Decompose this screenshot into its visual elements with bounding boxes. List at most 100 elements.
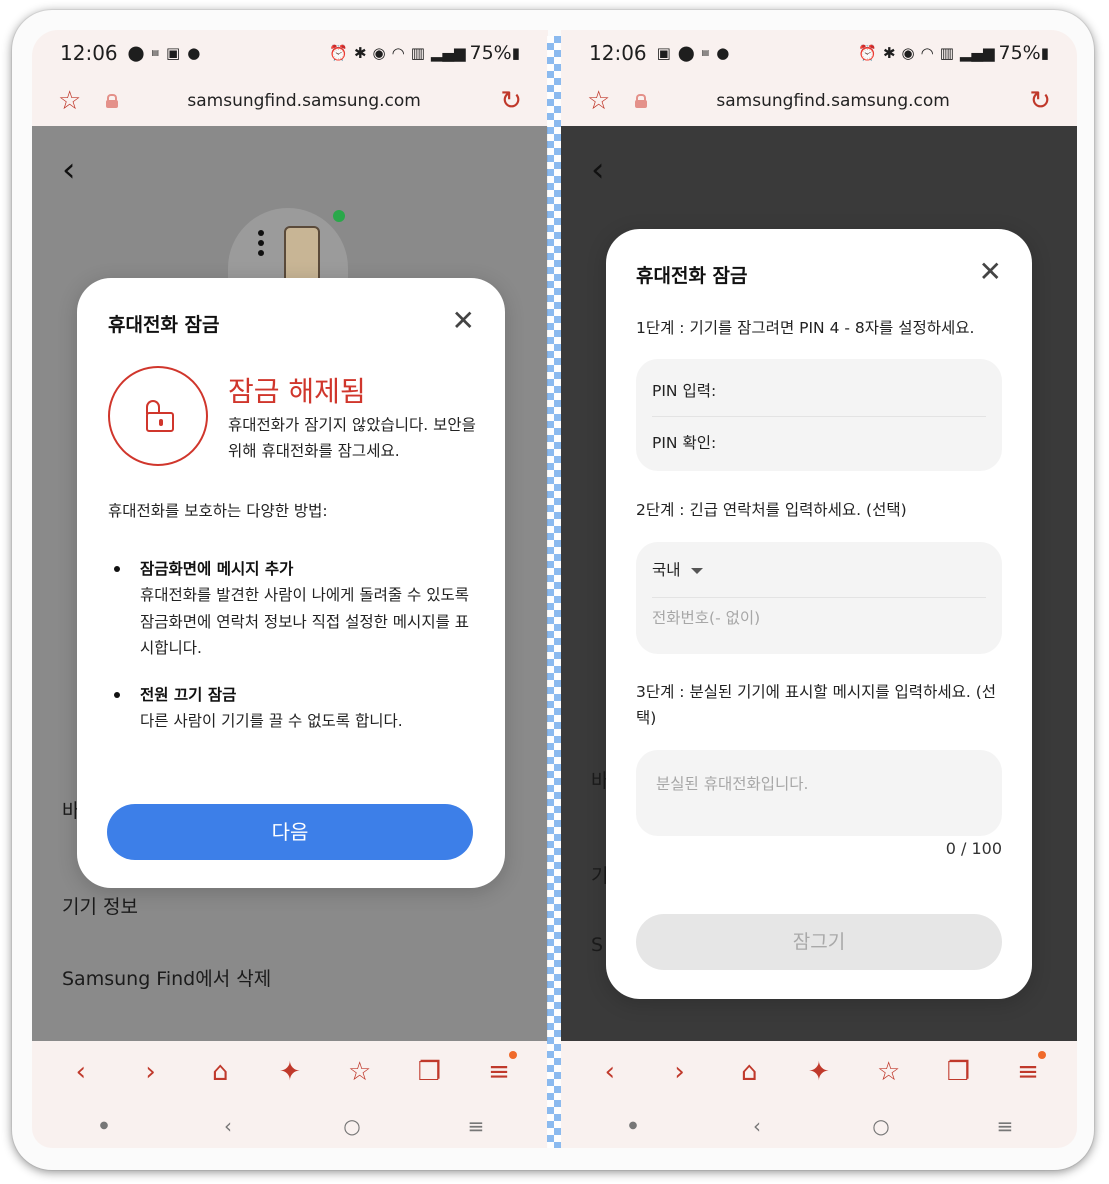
unlocked-lock-icon [108, 366, 208, 466]
step2-instruction: 2단계 : 긴급 연락처를 입력하세요. (선택) [636, 501, 907, 519]
bg-partial-label: S [591, 934, 604, 956]
lock-button[interactable]: 잠그기 [636, 914, 1002, 970]
page-content: ‹ 바 기 S 휴대전화 잠금 ✕ 1단계 : 기기를 잠그려면 PIN 4 -… [561, 126, 1077, 1041]
unlock-description: 휴대전화가 잠기지 않았습니다. 보안을 위해 휴대전화를 잠그세요. [228, 416, 476, 460]
url-text[interactable]: samsungfind.samsung.com [647, 91, 1019, 111]
dialog-title: 휴대전화 잠금 [636, 265, 748, 287]
back-chevron-icon[interactable]: ‹ [591, 150, 605, 190]
nav-dot-icon: ● [628, 1120, 638, 1131]
system-home-icon[interactable]: ○ [861, 1114, 901, 1138]
delete-from-find-link[interactable]: Samsung Find에서 삭제 [62, 964, 271, 991]
unlock-status-title: 잠금 해제됨 [228, 375, 366, 408]
alarm-icon: ⏰ [858, 43, 877, 62]
system-nav-bar: ● ‹ ○ ≡ [32, 1103, 548, 1148]
device-info-link[interactable]: 기기 정보 [62, 892, 138, 919]
methods-heading: 휴대전화를 보호하는 다양한 방법: [108, 502, 328, 520]
status-bar: 12:06 ▣ ⬤ ▤ ● ⏰ ✱ ◉ ◠ ▥ ▂▄▆ 75% ▮ [561, 30, 1077, 76]
split-divider [547, 36, 561, 1148]
bookmarks-icon[interactable]: ☆ [340, 1057, 380, 1087]
pin-field-group: PIN 입력: PIN 확인: [636, 359, 1002, 471]
gallery-icon: ▣ [166, 43, 181, 62]
message-char-counter: 0 / 100 [945, 839, 1002, 858]
battery-level: 75% [469, 42, 512, 64]
online-status-dot [333, 210, 345, 222]
message-textarea[interactable]: 분실된 휴대전화입니다. [636, 750, 1002, 836]
ai-sparkle-icon[interactable]: ✦ [799, 1057, 839, 1087]
url-bar[interactable]: ☆ samsungfind.samsung.com ↻ [561, 76, 1077, 126]
system-home-icon[interactable]: ○ [332, 1114, 372, 1138]
menu-icon[interactable]: ≡ [1008, 1051, 1048, 1087]
method-item: 전원 끄기 잠금 다른 사람이 기기를 끌 수 없도록 합니다. [108, 682, 478, 735]
device-image [228, 208, 348, 278]
secure-lock-icon[interactable] [106, 94, 118, 108]
bookmark-star-icon[interactable]: ☆ [58, 86, 88, 116]
browser-chrome: 12:06 ▣ ⬤ ▤ ● ⏰ ✱ ◉ ◠ ▥ ▂▄▆ 75% ▮ ☆ sams… [561, 30, 1077, 126]
hd-voice-icon: ▥ [410, 43, 425, 62]
dialog-title: 휴대전화 잠금 [108, 314, 220, 336]
bluetooth-icon: ✱ [882, 43, 896, 62]
close-icon[interactable]: ✕ [452, 304, 475, 337]
phone-left: 12:06 ⬤ ▤ ▣ ● ⏰ ✱ ◉ ◠ ▥ ▂▄▆ 75% ▮ ☆ sams… [32, 30, 548, 1148]
contact-field-group: 국내 전화번호(- 없이) [636, 542, 1002, 654]
url-text[interactable]: samsungfind.samsung.com [118, 91, 490, 111]
phone-right: 12:06 ▣ ⬤ ▤ ● ⏰ ✱ ◉ ◠ ▥ ▂▄▆ 75% ▮ ☆ sams… [561, 30, 1077, 1148]
forward-icon[interactable]: › [660, 1057, 700, 1087]
caret-down-icon [690, 567, 703, 574]
wifi-icon: ◠ [391, 43, 405, 62]
battery-level: 75% [998, 42, 1041, 64]
gallery-icon: ▣ [656, 43, 671, 62]
system-back-icon[interactable]: ‹ [208, 1114, 248, 1138]
back-icon[interactable]: ‹ [590, 1057, 630, 1087]
temu-icon: ▤ [151, 48, 159, 57]
temu-icon: ▤ [701, 48, 710, 57]
location-icon: ⬤ [127, 43, 145, 62]
back-chevron-icon[interactable]: ‹ [62, 150, 76, 190]
system-recents-icon[interactable]: ≡ [456, 1114, 496, 1138]
bluetooth-icon: ✱ [353, 43, 367, 62]
country-select[interactable]: 국내 [652, 558, 986, 580]
back-icon[interactable]: ‹ [61, 1057, 101, 1087]
pin-confirm-input[interactable]: PIN 확인: [652, 431, 986, 453]
lock-phone-form-dialog: 휴대전화 잠금 ✕ 1단계 : 기기를 잠그려면 PIN 4 - 8자를 설정하… [606, 229, 1032, 999]
reload-icon[interactable]: ↻ [1029, 86, 1051, 116]
country-value: 국내 [652, 561, 681, 579]
method-description: 다른 사람이 기기를 끌 수 없도록 합니다. [140, 712, 403, 730]
page-content: ‹ 바 기기 정보 Samsung Find에서 삭제 휴대전화 잠금 ✕ 잠금… [32, 126, 548, 1041]
hd-voice-icon: ▥ [939, 43, 954, 62]
bookmark-star-icon[interactable]: ☆ [587, 86, 617, 116]
menu-icon[interactable]: ≡ [479, 1051, 519, 1087]
battery-icon: ▮ [511, 43, 520, 62]
next-button[interactable]: 다음 [107, 804, 473, 860]
step3-instruction: 3단계 : 분실된 기기에 표시할 메시지를 입력하세요. (선택) [636, 683, 997, 727]
ai-sparkle-icon[interactable]: ✦ [270, 1057, 310, 1087]
location-icon: ⬤ [677, 43, 695, 62]
url-bar[interactable]: ☆ samsungfind.samsung.com ↻ [32, 76, 548, 126]
notification-badge [509, 1051, 518, 1059]
battery-icon: ▮ [1040, 43, 1049, 62]
tabs-icon[interactable]: ❐ [409, 1057, 449, 1087]
bookmarks-icon[interactable]: ☆ [869, 1057, 909, 1087]
reload-icon[interactable]: ↻ [500, 86, 522, 116]
method-title: 전원 끄기 잠금 [140, 686, 237, 704]
notification-badge [1038, 1051, 1047, 1059]
home-icon[interactable]: ⌂ [200, 1057, 240, 1087]
secure-lock-icon[interactable] [635, 94, 647, 108]
step1-instruction: 1단계 : 기기를 잠그려면 PIN 4 - 8자를 설정하세요. [636, 319, 975, 337]
tabs-icon[interactable]: ❐ [938, 1057, 978, 1087]
home-icon[interactable]: ⌂ [729, 1057, 769, 1087]
talk-icon: ● [716, 43, 730, 62]
system-recents-icon[interactable]: ≡ [985, 1114, 1025, 1138]
nav-dot-icon: ● [99, 1120, 109, 1131]
system-back-icon[interactable]: ‹ [737, 1114, 777, 1138]
forward-icon[interactable]: › [131, 1057, 171, 1087]
phone-number-input[interactable]: 전화번호(- 없이) [652, 606, 986, 628]
wifi-icon: ◠ [920, 43, 934, 62]
status-time: 12:06 [60, 41, 118, 65]
browser-bottom-nav: ‹ › ⌂ ✦ ☆ ❐ ≡ [561, 1041, 1077, 1103]
browser-chrome: 12:06 ⬤ ▤ ▣ ● ⏰ ✱ ◉ ◠ ▥ ▂▄▆ 75% ▮ ☆ sams… [32, 30, 548, 126]
method-description: 휴대전화를 발견한 사람이 나에게 돌려줄 수 있도록 잠금화면에 연락처 정보… [140, 586, 470, 657]
alarm-icon: ⏰ [329, 43, 348, 62]
close-icon[interactable]: ✕ [979, 255, 1002, 288]
method-title: 잠금화면에 메시지 추가 [140, 560, 294, 578]
pin-input[interactable]: PIN 입력: [652, 379, 986, 401]
